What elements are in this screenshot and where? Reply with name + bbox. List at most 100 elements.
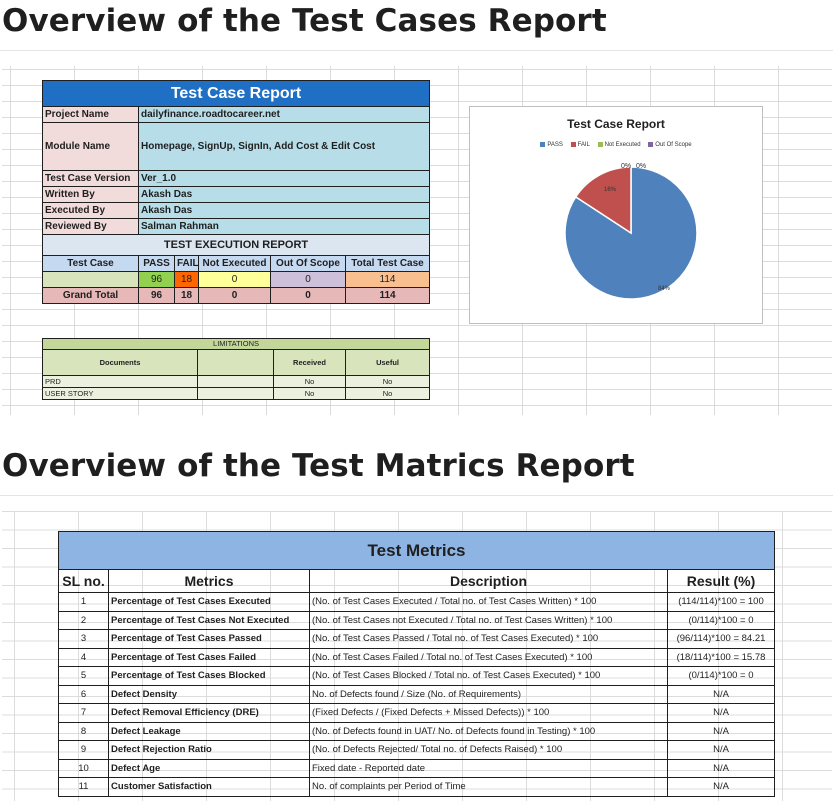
total-count: 114 (344, 271, 431, 288)
sl-number: 6 (58, 684, 109, 704)
limitations-row: USER STORY No No (42, 387, 431, 400)
field-label: Reviewed By (42, 218, 139, 235)
heading-divider (0, 50, 833, 51)
sl-number: 2 (58, 610, 109, 630)
section-heading-test-metrics: Overview of the Test Matrics Report (2, 448, 635, 484)
metric-result: N/A (666, 758, 776, 778)
metric-result: (0/114)*100 = 0 (666, 610, 776, 630)
metrics-header-row: SL no. Metrics Description Result (%) (58, 569, 776, 593)
table-row: 6 Defect Density No. of Defects found / Si… (58, 684, 776, 704)
table-row: 2 Percentage of Test Cases Not Executed (N… (58, 610, 776, 630)
useful-value: No (344, 387, 431, 400)
grand-total-row: Grand Total 96 18 0 0 114 (42, 287, 431, 304)
metric-result: N/A (666, 684, 776, 704)
field-label: Written By (42, 186, 139, 203)
document-name: PRD (42, 375, 198, 388)
column-header: Not Executed (198, 255, 271, 272)
fail-count: 18 (174, 271, 199, 288)
report-title: Test Case Report (41, 80, 431, 107)
metric-name: Defect Rejection Ratio (108, 740, 310, 760)
field-row: Reviewed By Salman Rahman (42, 218, 431, 235)
pie-data-label: 0% (621, 163, 631, 170)
table-row: 8 Defect Leakage (No. of Defects found in … (58, 721, 776, 741)
empty-cell (197, 387, 274, 400)
useful-value: No (344, 375, 431, 388)
field-value: Ver_1.0 (137, 170, 431, 187)
metric-description: No. of complaints per Period of Time (309, 777, 668, 797)
metric-name: Defect Leakage (108, 721, 310, 741)
metric-description: (No. of Test Cases Passed / Total no. of… (309, 629, 668, 649)
grand-total-pass: 96 (138, 287, 175, 304)
metric-description: No. of Defects found / Size (No. of Requ… (309, 684, 668, 704)
field-row: Project Name dailyfinance.roadtocareer.n… (42, 106, 431, 123)
out-of-scope-count: 0 (270, 271, 346, 288)
grand-total-total: 114 (344, 287, 431, 304)
grand-total-fail: 18 (174, 287, 199, 304)
pie-data-label: 0% (636, 163, 646, 170)
table-row: 7 Defect Removal Efficiency (DRE) (Fixed D… (58, 703, 776, 723)
metric-name: Customer Satisfaction (108, 777, 310, 797)
section-heading-test-cases: Overview of the Test Cases Report (2, 3, 607, 39)
pie-chart: 84% 16% 0% 0% (564, 163, 698, 300)
metric-description: (No. of Defects Rejected/ Total no. of D… (309, 740, 668, 760)
metric-description: (No. of Test Cases Executed / Total no. … (309, 592, 668, 612)
column-header: PASS (138, 255, 175, 272)
pie-data-label: 16% (604, 187, 617, 193)
metric-description: (No. of Defects found in UAT/ No. of Def… (309, 721, 668, 741)
metric-description: (No. of Test Cases Failed / Total no. of… (309, 647, 668, 667)
field-value: Salman Rahman (137, 218, 431, 235)
field-value: Akash Das (137, 186, 431, 203)
grand-total-out-of-scope: 0 (270, 287, 346, 304)
field-value: dailyfinance.roadtocareer.net (137, 106, 431, 123)
execution-report-title: TEST EXECUTION REPORT (41, 234, 431, 256)
field-row: Test Case Version Ver_1.0 (42, 170, 431, 187)
grand-total-not-executed: 0 (198, 287, 271, 304)
column-header: Total Test Case (344, 255, 431, 272)
metric-name: Defect Age (108, 758, 310, 778)
field-row: Written By Akash Das (42, 186, 431, 203)
sl-number: 8 (58, 721, 109, 741)
field-label: Executed By (42, 202, 139, 219)
not-executed-count: 0 (198, 271, 271, 288)
table-row: 9 Defect Rejection Ratio (No. of Defects R… (58, 740, 776, 760)
column-header: Result (%) (666, 569, 776, 593)
metric-description: (No. of Test Cases Blocked / Total no. o… (309, 666, 668, 686)
column-header (197, 349, 274, 376)
metric-result: N/A (666, 777, 776, 797)
execution-header-row: Test Case PASS FAIL Not Executed Out Of … (42, 255, 431, 272)
field-label: Project Name (42, 106, 139, 123)
table-row: 1 Percentage of Test Cases Executed (No. o… (58, 592, 776, 612)
column-header: Description (309, 569, 668, 593)
field-label: Module Name (42, 122, 139, 171)
metric-result: N/A (666, 740, 776, 760)
field-value: Homepage, SignUp, SignIn, Add Cost & Edi… (137, 122, 431, 171)
sl-number: 3 (58, 629, 109, 649)
table-row: 11 Customer Satisfaction No. of complaints… (58, 777, 776, 797)
metric-name: Percentage of Test Cases Executed (108, 592, 310, 612)
test-case-report-table: Test Case Report Project Name dailyfinan… (41, 80, 431, 304)
pie-chart-card: Test Case Report PASS FAIL Not Executed … (469, 106, 763, 324)
metric-result: (0/114)*100 = 0 (666, 666, 776, 686)
sl-number: 10 (58, 758, 109, 778)
sl-number: 9 (58, 740, 109, 760)
field-row: Module Name Homepage, SignUp, SignIn, Ad… (42, 122, 431, 171)
table-row: 10 Defect Age Fixed date - Reported date N/… (58, 758, 776, 778)
metric-description: Fixed date - Reported date (309, 758, 668, 778)
sl-number: 4 (58, 647, 109, 667)
column-header: Useful (344, 349, 431, 376)
sl-number: 5 (58, 666, 109, 686)
column-header: Received (273, 349, 346, 376)
metric-result: (96/114)*100 = 84.21 (666, 629, 776, 649)
metric-name: Percentage of Test Cases Failed (108, 647, 310, 667)
limitations-title: LIMITATIONS (41, 338, 431, 350)
empty-cell (42, 271, 139, 288)
limitations-header-row: Documents Received Useful (42, 349, 431, 376)
received-value: No (273, 375, 346, 388)
metric-name: Percentage of Test Cases Passed (108, 629, 310, 649)
heading-divider (0, 495, 833, 496)
column-header: Documents (42, 349, 198, 376)
sl-number: 1 (58, 592, 109, 612)
sl-number: 7 (58, 703, 109, 723)
column-header: SL no. (58, 569, 109, 593)
column-header: Test Case (42, 255, 139, 272)
